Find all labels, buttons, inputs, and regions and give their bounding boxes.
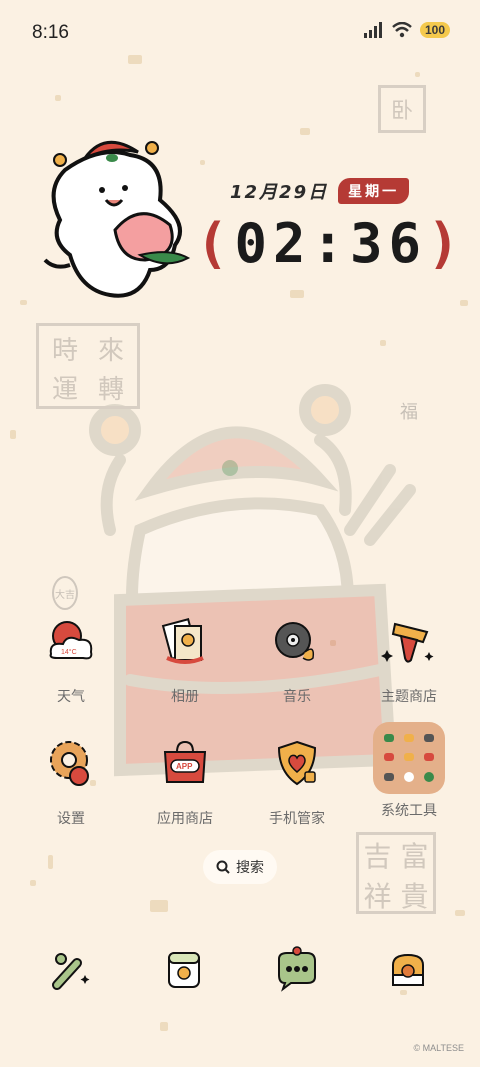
clock-paren-left: ( [196, 212, 235, 275]
app-app-store[interactable]: APP 应用商店 [130, 732, 240, 828]
bone-icon [52, 953, 90, 990]
search-label: 搜索 [236, 860, 264, 876]
app-label: 主题商店 [381, 689, 437, 705]
shield-icon [277, 740, 317, 786]
date-row: 12月29日 星期一 [230, 178, 410, 204]
wifi-icon [392, 22, 412, 38]
weather-icon: 14°C [49, 621, 93, 660]
basket-icon [392, 953, 424, 986]
app-weather[interactable]: 14°C 天气 [16, 610, 126, 706]
stamp-bottom-right: 吉富 祥貴 [356, 832, 436, 914]
app-system-tools[interactable]: 系统工具 [354, 722, 464, 820]
app-label: 天气 [57, 689, 85, 705]
status-time: 8:16 [32, 22, 69, 43]
clock-paren-right: ) [427, 212, 466, 275]
bear-peach-illustration [43, 140, 191, 298]
weather-temp: 14°C [61, 648, 77, 656]
gallery-icon [161, 617, 204, 664]
stamp-small-right: 福 [400, 402, 418, 423]
app-store-badge: APP [176, 762, 193, 771]
message-icon [278, 946, 316, 992]
signal-icon [363, 22, 382, 38]
app-phone-manager[interactable]: 手机管家 [242, 732, 352, 828]
folder-icon [373, 722, 445, 794]
stamp-small-left: 大吉 [52, 576, 78, 610]
dock-notes[interactable] [154, 940, 214, 1000]
search-icon [216, 860, 230, 874]
shopping-bag-icon: APP [163, 740, 207, 783]
status-icons: 100 [363, 22, 450, 38]
paintbrush-icon [381, 622, 434, 663]
stamp-left-big: 時來 運轉 [36, 323, 140, 409]
app-theme-store[interactable]: 主题商店 [354, 610, 464, 706]
music-icon [275, 622, 315, 661]
weekday-badge: 星期一 [338, 178, 410, 204]
stamp-top-right: 卧 [378, 85, 426, 133]
app-label: 应用商店 [157, 811, 213, 827]
app-music[interactable]: 音乐 [242, 610, 352, 706]
app-settings[interactable]: 设置 [16, 732, 126, 828]
app-gallery[interactable]: 相册 [130, 610, 240, 706]
copyright-label: © MALTESE [413, 1043, 464, 1053]
notes-icon [168, 952, 200, 988]
app-label: 设置 [57, 811, 85, 827]
search-button[interactable]: 搜索 [203, 850, 277, 884]
date-label: 12月29日 [230, 182, 329, 203]
dock-camera[interactable] [378, 940, 438, 1000]
clock-time: 02:36 [234, 212, 428, 275]
app-label: 音乐 [283, 689, 311, 705]
clock-widget[interactable]: ( 02:36 ) [196, 212, 466, 275]
dock-phone[interactable] [42, 940, 102, 1000]
app-label: 相册 [171, 689, 199, 705]
battery-badge: 100 [419, 22, 450, 38]
dock-messages[interactable] [266, 940, 326, 1000]
app-label: 手机管家 [269, 811, 325, 827]
status-bar: 8:16 100 [0, 0, 480, 66]
gear-icon [50, 741, 89, 786]
app-label: 系统工具 [381, 803, 437, 819]
